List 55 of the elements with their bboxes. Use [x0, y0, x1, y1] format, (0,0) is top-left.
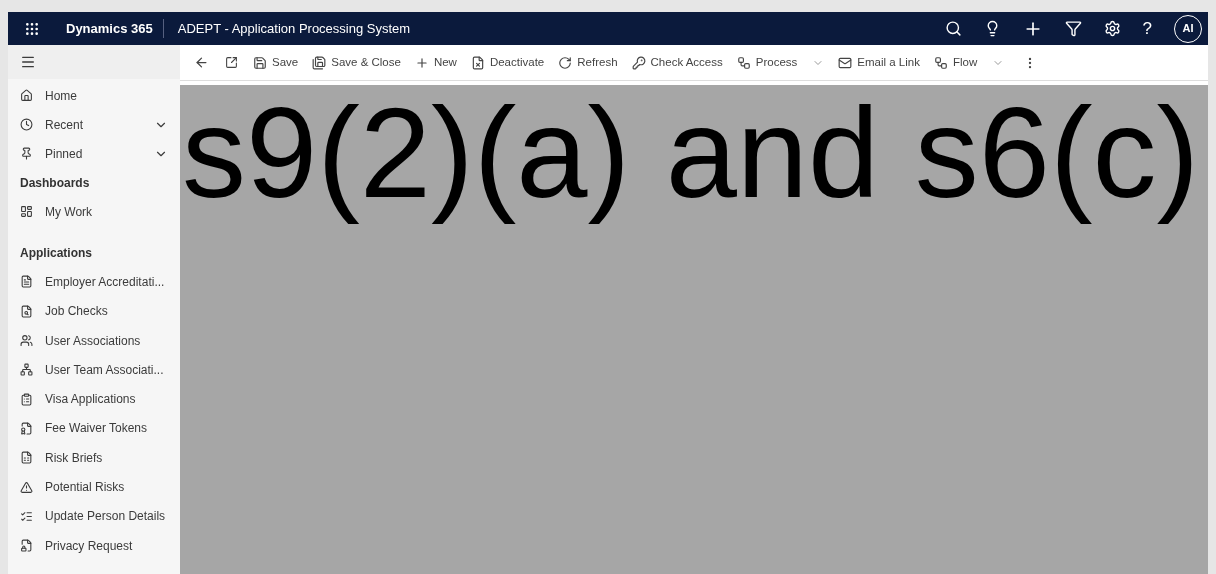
document-icon — [20, 275, 33, 289]
command-button[interactable]: Deactivate — [463, 45, 552, 80]
nav-item[interactable]: Pinned — [8, 139, 180, 168]
section-heading: Dashboards — [19, 174, 91, 192]
nav-item[interactable]: Employer Accreditati... — [8, 267, 180, 297]
process-icon — [736, 55, 751, 70]
nav-item[interactable]: Home — [8, 81, 180, 110]
flow-icon — [933, 55, 948, 70]
document-lock-icon — [20, 539, 33, 553]
team-icon — [20, 363, 33, 377]
nav-item[interactable]: Visa Applications — [8, 384, 180, 414]
nav-item[interactable]: Job Checks — [8, 296, 180, 326]
key-icon — [631, 55, 646, 70]
list-icon — [20, 509, 33, 523]
command-button[interactable]: Email a Link — [831, 45, 927, 80]
command-button[interactable]: Save — [246, 45, 306, 80]
mail-icon — [838, 55, 853, 70]
clock-icon — [20, 118, 33, 131]
nav-item[interactable]: Risk Briefs — [8, 443, 180, 473]
redaction-label: s9(2)(a) and s6(c) — [182, 85, 1200, 226]
nav-item[interactable]: Fee Waiver Tokens — [8, 413, 180, 444]
command-button[interactable]: Refresh — [551, 45, 625, 80]
nav-item[interactable]: Update Person Details — [8, 501, 180, 531]
nav-item[interactable]: User Associations — [8, 325, 180, 356]
command-button[interactable]: Save & Close — [305, 45, 408, 80]
document-badge-icon — [20, 421, 33, 435]
section-heading: Applications — [19, 244, 93, 262]
users-icon — [20, 334, 33, 348]
nav-item[interactable]: My Work — [8, 197, 180, 227]
command-button[interactable]: Process — [729, 45, 832, 80]
document-icon — [20, 451, 33, 465]
document-search-icon — [20, 304, 33, 318]
plus-icon — [414, 55, 429, 70]
help-icon[interactable]: ? — [1142, 15, 1152, 42]
save-icon — [253, 55, 267, 70]
nav-item[interactable]: Potential Risks — [8, 472, 180, 502]
warning-icon — [20, 480, 33, 494]
app-title: ADEPT - Application Processing System — [176, 19, 412, 38]
command-button[interactable]: New — [407, 45, 464, 80]
home-icon — [20, 89, 33, 102]
nav-item[interactable]: Privacy Request — [8, 530, 180, 561]
nav-item[interactable]: Recent — [8, 110, 180, 139]
dashboard-icon — [20, 205, 33, 219]
search-icon[interactable] — [944, 20, 962, 37]
clipboard-icon — [20, 392, 33, 406]
command-button[interactable]: Flow — [926, 45, 1012, 80]
filter-icon[interactable] — [1064, 20, 1082, 37]
save-close-icon — [312, 55, 327, 70]
product-name: Dynamics 365 — [56, 18, 164, 39]
pin-icon — [20, 147, 33, 160]
document-x-icon — [470, 55, 485, 70]
nav-item[interactable]: User Team Associati... — [8, 355, 180, 385]
settings-icon[interactable] — [1103, 20, 1121, 37]
refresh-icon — [558, 55, 573, 70]
command-button[interactable]: Check Access — [624, 45, 730, 80]
